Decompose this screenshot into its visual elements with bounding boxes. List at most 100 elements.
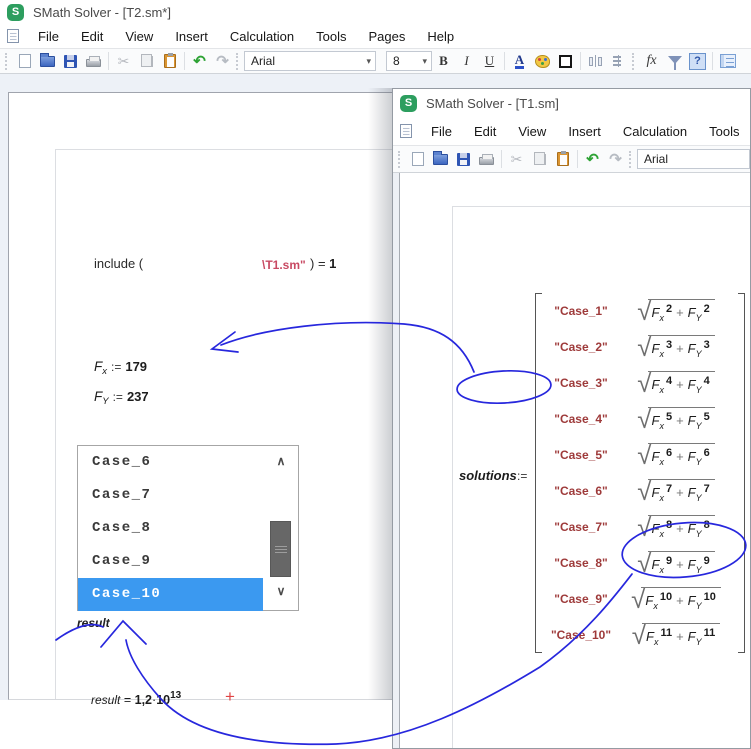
function-button[interactable]: fx (640, 51, 663, 72)
include-path-string[interactable]: \T1.sm" (262, 258, 306, 272)
menu-item[interactable]: Edit (463, 124, 507, 139)
toolbar-grip[interactable] (632, 53, 636, 70)
new-button[interactable] (406, 149, 429, 170)
print-button[interactable] (475, 149, 498, 170)
variable-subscript: Y (696, 313, 702, 323)
case-listbox[interactable]: Case_6 Case_7Case_8Case_9Case_10 ∧ ∨ (77, 445, 299, 611)
menu-item[interactable]: Edit (70, 29, 114, 44)
toolbar-grip[interactable] (629, 151, 633, 168)
list-item[interactable]: Case_6 (78, 446, 263, 479)
menu-item[interactable]: Calculation (612, 124, 698, 139)
matrix-right-bracket (738, 293, 745, 653)
menu-item[interactable]: File (420, 124, 463, 139)
font-family-select[interactable]: Arial (637, 149, 750, 169)
background-color-button[interactable] (531, 51, 554, 72)
scroll-up-icon[interactable]: ∧ (266, 454, 296, 468)
menu-item[interactable]: File (27, 29, 70, 44)
new-document-icon (19, 54, 31, 68)
fy-definition[interactable]: FY:=237 (94, 388, 149, 407)
italic-button[interactable]: I (455, 51, 478, 72)
include-value: 1 (329, 256, 336, 271)
open-button[interactable] (36, 51, 59, 72)
menu-item[interactable]: Pages (358, 29, 417, 44)
menu-item[interactable]: Insert (164, 29, 219, 44)
page-margin-line (452, 206, 750, 207)
new-button[interactable] (13, 51, 36, 72)
copy-icon (144, 56, 153, 67)
list-item[interactable]: Case_7 (78, 479, 263, 512)
menu-item[interactable]: View (507, 124, 557, 139)
listbox-scrollbar[interactable]: ∧ ∨ (266, 446, 296, 610)
case-formula: √ Fx7+FY7 (617, 479, 735, 504)
solutions-variable[interactable]: solutions (459, 468, 517, 483)
filter-button[interactable] (663, 51, 686, 72)
print-button[interactable] (82, 51, 105, 72)
redo-button[interactable]: ↷ (211, 51, 234, 72)
variable-subscript: Y (696, 349, 702, 359)
list-item-label: Case_6 (92, 454, 151, 470)
include-result[interactable]: ) = 1 (310, 256, 336, 271)
undo-button[interactable]: ↶ (188, 51, 211, 72)
exponent: 4 (704, 375, 710, 387)
list-item[interactable]: Case_8 (78, 512, 263, 545)
paste-button[interactable] (158, 51, 181, 72)
chevron-down-icon: ▾ (360, 56, 371, 67)
case-label: "Case_10" (545, 628, 617, 642)
toolbar-grip[interactable] (398, 151, 402, 168)
save-button[interactable] (59, 51, 82, 72)
save-button[interactable] (452, 149, 475, 170)
menu-item[interactable]: Insert (557, 124, 612, 139)
scroll-down-icon[interactable]: ∨ (266, 584, 296, 598)
case-formula: √ Fx5+FY5 (617, 407, 735, 432)
bold-button[interactable]: B (432, 51, 455, 72)
help-button[interactable]: ? (686, 51, 709, 72)
toolbar-grip[interactable] (5, 53, 9, 70)
fx-definition[interactable]: Fx:=179 (94, 358, 147, 377)
variable-subscript: x (653, 601, 658, 611)
t2-titlebar: S SMath Solver - [T2.sm*] (0, 0, 751, 24)
font-size-select[interactable]: 8 ▾ (386, 51, 432, 71)
side-panel-button[interactable] (716, 51, 739, 72)
cut-button[interactable]: ✂ (112, 51, 135, 72)
variable-subscript: x (102, 366, 107, 377)
matrix-row: "Case_6" √ Fx7+FY7 (545, 473, 735, 509)
border-button[interactable] (554, 51, 577, 72)
scrollbar-thumb[interactable] (270, 521, 291, 577)
result-label[interactable]: result (77, 616, 110, 630)
result-equation[interactable]: result = 1,2·1013 (91, 690, 181, 707)
list-item[interactable]: Case_10 (78, 578, 263, 611)
cut-button[interactable]: ✂ (505, 149, 528, 170)
copy-button[interactable] (528, 149, 551, 170)
menu-item[interactable]: Tools (698, 124, 750, 139)
menu-item[interactable]: View (114, 29, 164, 44)
fx-icon: fx (646, 53, 656, 69)
undo-button[interactable]: ↶ (581, 149, 604, 170)
matrix-row: "Case_7" √ Fx8+FY8 (545, 509, 735, 545)
open-button[interactable] (429, 149, 452, 170)
variable-subscript: Y (696, 457, 702, 467)
menu-item[interactable]: Tools (305, 29, 357, 44)
variable-name: F (688, 341, 696, 356)
exponent: 2 (666, 303, 672, 315)
printer-icon (479, 157, 494, 165)
exponent: 5 (704, 411, 710, 423)
document-icon (7, 29, 19, 43)
toolbar-grip[interactable] (236, 53, 240, 70)
align-vertical-button[interactable] (607, 51, 630, 72)
font-color-button[interactable]: A (508, 51, 531, 72)
copy-button[interactable] (135, 51, 158, 72)
list-item[interactable]: Case_9 (78, 545, 263, 578)
redo-button[interactable]: ↷ (604, 149, 627, 170)
variable-name: F (688, 521, 696, 536)
case-label: "Case_2" (545, 340, 617, 354)
align-horizontal-button[interactable] (584, 51, 607, 72)
menu-item[interactable]: Calculation (219, 29, 305, 44)
variable-subscript: Y (102, 396, 108, 407)
underline-button[interactable]: U (478, 51, 501, 72)
solutions-matrix[interactable]: "Case_1" √ Fx2+FY2 "Case_2" (535, 293, 745, 653)
paste-button[interactable] (551, 149, 574, 170)
case-label: "Case_7" (545, 520, 617, 534)
font-family-select[interactable]: Arial ▾ (244, 51, 376, 71)
menu-item[interactable]: Help (416, 29, 465, 44)
include-region[interactable]: include ( (94, 256, 143, 271)
